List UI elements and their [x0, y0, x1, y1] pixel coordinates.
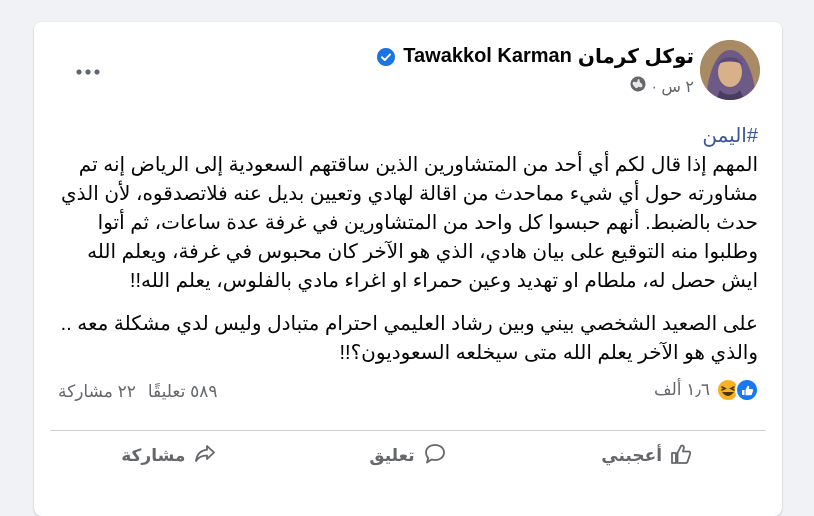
- globe-icon: [630, 76, 646, 97]
- share-label: مشاركة: [121, 446, 186, 465]
- post-time[interactable]: ٢ س ·: [652, 77, 694, 97]
- avatar-photo: [700, 40, 760, 100]
- share-button[interactable]: مشاركة: [50, 434, 289, 478]
- comments-count[interactable]: ٥٨٩ تعليقًا: [148, 382, 218, 402]
- post-card: Tawakkol Karman توكل كرمان ٢ س · #اليمن …: [34, 22, 782, 516]
- author-name-row: Tawakkol Karman توكل كرمان: [377, 44, 694, 69]
- like-label: أعجبني: [601, 446, 663, 465]
- reaction-icons: [716, 378, 760, 402]
- post-paragraph-2: على الصعيد الشخصي بيني وبين رشاد العليمي…: [60, 313, 758, 364]
- comment-button[interactable]: تعليق: [289, 434, 528, 478]
- comment-bubble-icon: [423, 443, 447, 470]
- share-arrow-icon: [193, 443, 217, 470]
- author-avatar[interactable]: [700, 40, 760, 100]
- like-button[interactable]: أعجبني: [527, 434, 766, 478]
- author-name-arabic[interactable]: توكل كرمان: [578, 44, 694, 69]
- engagement-counts: ٥٨٩ تعليقًا ٢٢ مشاركة: [58, 382, 217, 402]
- post-meta: ٢ س ·: [630, 76, 694, 97]
- post-text: #اليمن المهم إذا قال لكم أي أحد من المتش…: [54, 122, 758, 368]
- verified-badge-icon: [377, 47, 396, 66]
- like-reaction-icon: [735, 378, 759, 402]
- reactions-count[interactable]: ١٫٦ ألف: [654, 380, 710, 400]
- shares-count[interactable]: ٢٢ مشاركة: [58, 382, 136, 402]
- thumbs-up-icon: [670, 443, 692, 470]
- actions-divider: [50, 430, 766, 431]
- hashtag-link[interactable]: #اليمن: [54, 122, 758, 151]
- post-actions: أعجبني تعليق مشاركة: [50, 434, 766, 478]
- author-name-latin[interactable]: Tawakkol Karman: [403, 45, 572, 68]
- post-paragraph-1: المهم إذا قال لكم أي أحد من المتشاورين ا…: [60, 154, 758, 292]
- more-dots-icon: [76, 69, 100, 75]
- comment-label: تعليق: [369, 446, 415, 465]
- more-options-button[interactable]: [68, 54, 108, 90]
- reactions-summary[interactable]: ١٫٦ ألف: [624, 378, 760, 402]
